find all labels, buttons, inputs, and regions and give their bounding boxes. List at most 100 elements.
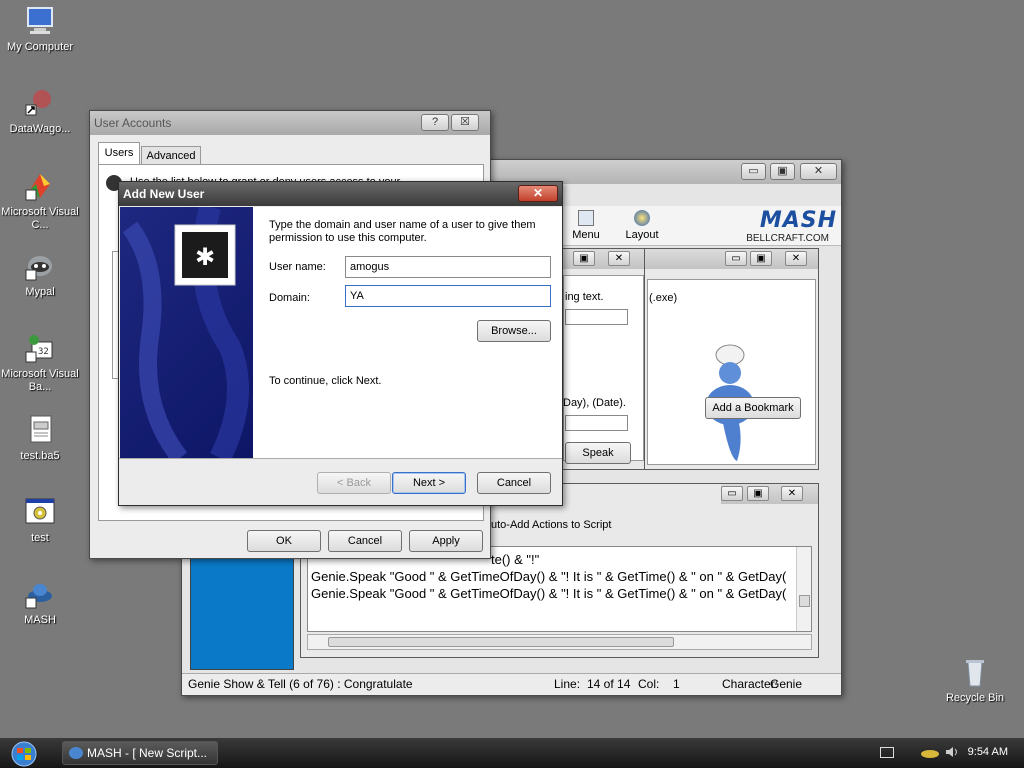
layout-toolbar-button[interactable]: Layout [620, 210, 664, 241]
speak-button[interactable]: Speak [565, 442, 631, 464]
mash-logo: MASH BELLCRAFT.COM [707, 208, 837, 244]
panel-maximize-button[interactable]: ▣ [750, 251, 772, 266]
document-icon [24, 414, 56, 446]
continue-text: To continue, click Next. [269, 375, 382, 387]
next-button[interactable]: Next > [392, 472, 466, 494]
character-panel: ▭ ▣ ✕ (.exe) Add a Bookmark [644, 248, 819, 470]
add-bookmark-button[interactable]: Add a Bookmark [705, 397, 801, 419]
add-new-user-dialog[interactable]: Add New User ✕ ✱ Type the domain and use… [118, 181, 563, 506]
mash-logo-site: BELLCRAFT.COM [746, 233, 829, 244]
desktop-icon-my-computer[interactable]: My Computer [0, 5, 80, 54]
desktop-icon-recycle-bin[interactable]: Recycle Bin [935, 656, 1015, 705]
username-field[interactable]: amogus [345, 256, 551, 278]
layout-icon [634, 210, 650, 226]
panel-close-button[interactable]: ✕ [608, 251, 630, 266]
window-title: User Accounts [94, 116, 172, 130]
tab-users[interactable]: Users [98, 142, 140, 165]
desktop-icon-mypal[interactable]: Mypal [0, 250, 80, 299]
menu-label: Menu [572, 229, 600, 241]
line-value: 14 of 14 [587, 677, 631, 691]
desktop-icon-test-ba5[interactable]: test.ba5 [0, 414, 80, 463]
menu-toolbar-button[interactable]: Menu [566, 210, 606, 241]
desktop-icon-visual-c[interactable]: Microsoft Visual C... [0, 170, 80, 232]
taskbar-mash-button[interactable]: MASH - [ New Script... [62, 741, 218, 765]
mash-genie-icon [69, 747, 83, 759]
close-button[interactable]: ✕ [518, 185, 558, 202]
panel-maximize-button[interactable]: ▣ [747, 486, 769, 501]
action-panel: ▣ ✕ ing text. Day), (Date). Speak [562, 248, 645, 470]
keyboard-icon[interactable] [880, 747, 894, 758]
panel-close-button[interactable]: ✕ [781, 486, 803, 501]
desktop-icon-datawagon[interactable]: DataWago... [0, 87, 80, 136]
menu-icon [578, 210, 594, 226]
script-line: Genie.Speak "Good " & GetTimeOfDay() & "… [311, 569, 787, 584]
vertical-scrollbar[interactable] [796, 547, 811, 631]
recycle-bin-icon [959, 656, 991, 688]
desktop-icon-label: Mypal [25, 286, 55, 298]
computer-icon [24, 5, 56, 37]
taskbar: MASH - [ New Script... 9:54 AM [0, 738, 1024, 768]
desktop-icon-label: test [31, 532, 49, 544]
mash-genie-icon [24, 578, 56, 610]
svg-text:✱: ✱ [195, 243, 215, 271]
browse-button[interactable]: Browse... [477, 320, 551, 342]
start-button[interactable] [4, 740, 44, 767]
banner-graphic: ✱ [122, 207, 249, 458]
col-label: Col: [638, 677, 660, 691]
add-user-titlebar[interactable]: Add New User [119, 182, 562, 206]
layout-label: Layout [625, 229, 659, 241]
close-button[interactable]: ✕ [800, 163, 837, 180]
desktop-icon-label: DataWago... [9, 123, 71, 135]
username-label: User name: [269, 261, 326, 273]
desktop-icon-label: My Computer [6, 41, 74, 53]
panel-minimize-button[interactable]: ▭ [725, 251, 747, 266]
col-value: 1 [673, 677, 680, 691]
help-button[interactable]: ? [421, 114, 449, 131]
apply-button[interactable]: Apply [409, 530, 483, 552]
close-button[interactable]: ☒ [451, 114, 479, 131]
panel-minimize-button[interactable]: ▭ [721, 486, 743, 501]
maximize-button[interactable]: ▣ [770, 163, 795, 180]
datawagon-icon [24, 87, 56, 119]
cancel-button[interactable]: Cancel [328, 530, 402, 552]
volume-icon[interactable] [945, 745, 959, 759]
panel-text-field-2[interactable] [565, 415, 628, 431]
tab-advanced[interactable]: Advanced [141, 146, 201, 165]
status-message: Genie Show & Tell (6 of 76) : Congratula… [188, 677, 413, 691]
desktop-icon-test[interactable]: test [0, 496, 80, 545]
clock[interactable]: 9:54 AM [968, 746, 1008, 758]
mypal-icon [24, 250, 56, 282]
taskbar-mash-label: MASH - [ New Script... [87, 746, 208, 760]
panel-close-button[interactable]: ✕ [785, 251, 807, 266]
desktop-icon-label: test.ba5 [20, 450, 60, 462]
panel-text-field[interactable] [565, 309, 628, 325]
desktop-icon-label: Microsoft Visual Ba... [1, 368, 79, 393]
mash-logo-text: MASH [759, 208, 837, 233]
auto-add-label: uto-Add Actions to Script [491, 519, 612, 531]
hscroll-thumb[interactable] [328, 637, 674, 647]
desktop-icon-visual-basic[interactable]: 32 Microsoft Visual Ba... [0, 332, 80, 394]
panel-text-line2: Day), (Date). [563, 397, 626, 409]
character-value: Genie [770, 677, 803, 691]
panel-text-line1: ing text. [565, 291, 604, 303]
visual-c-icon [24, 170, 56, 202]
desktop-icon-label: Microsoft Visual C... [1, 206, 79, 231]
visual-basic-icon: 32 [24, 332, 56, 364]
back-button[interactable]: < Back [317, 472, 391, 494]
cancel-button[interactable]: Cancel [477, 472, 551, 494]
desktop-icon-label: Recycle Bin [945, 692, 1005, 704]
scroll-thumb[interactable] [799, 595, 810, 607]
desktop-icon-mash[interactable]: MASH [0, 578, 80, 627]
domain-label: Domain: [269, 292, 310, 304]
minimize-button[interactable]: ▭ [741, 163, 766, 180]
domain-field[interactable]: YA [345, 285, 551, 307]
ok-button[interactable]: OK [247, 530, 321, 552]
desktop-icon-label: MASH [24, 614, 56, 626]
status-bar: Genie Show & Tell (6 of 76) : Congratula… [182, 673, 841, 695]
windows-orb-icon [11, 741, 37, 767]
panel-maximize-button[interactable]: ▣ [573, 251, 595, 266]
script-line: Genie.Speak "Good " & GetTimeOfDay() & "… [311, 586, 787, 601]
dialog-title: Add New User [123, 187, 205, 201]
horizontal-scrollbar[interactable] [307, 634, 812, 650]
genie-tray-icon[interactable] [920, 745, 940, 759]
